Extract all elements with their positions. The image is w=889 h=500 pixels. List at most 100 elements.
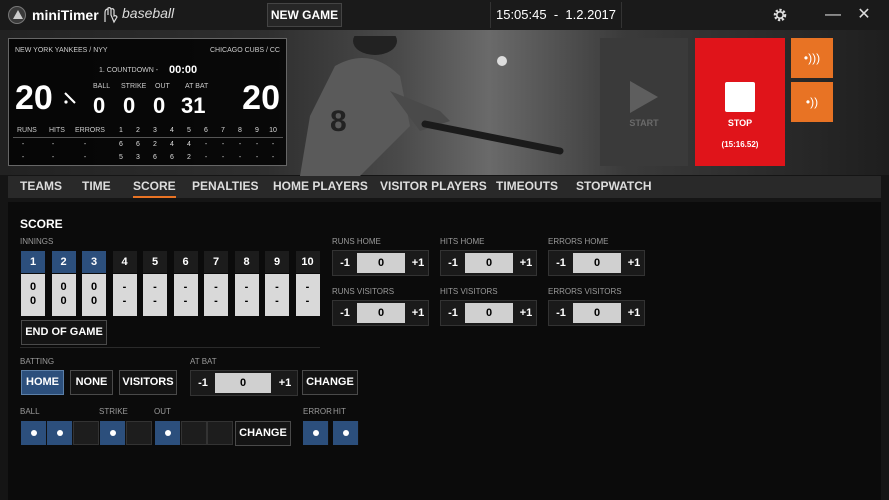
out-indicator[interactable] xyxy=(207,421,233,445)
tab-home-players[interactable]: HOME PLAYERS xyxy=(273,179,368,193)
strike-indicator[interactable] xyxy=(126,421,152,445)
hits-visitors-minus-button[interactable]: -1 xyxy=(442,301,464,325)
countdown-value: 00:00 xyxy=(169,64,198,76)
hits-home-label: HITS HOME xyxy=(440,237,485,246)
hits-visitors-plus-button[interactable]: +1 xyxy=(515,301,537,325)
end-of-game-button[interactable]: END OF GAME xyxy=(21,320,107,345)
tab-teams[interactable]: TEAMS xyxy=(20,179,62,193)
horn-long-button[interactable]: •))) xyxy=(791,38,833,78)
tab-time[interactable]: TIME xyxy=(82,179,111,193)
runs-visitors-minus-button[interactable]: -1 xyxy=(334,301,356,325)
at-bat-label: AT BAT xyxy=(190,357,217,366)
new-game-button[interactable]: NEW GAME xyxy=(267,3,342,27)
inning-4-score[interactable]: -- xyxy=(112,274,137,316)
tab-timeouts[interactable]: TIMEOUTS xyxy=(496,179,558,193)
close-icon[interactable]: ✕ xyxy=(851,0,877,30)
tab-score[interactable]: SCORE xyxy=(133,179,176,198)
errors-visitors-minus-button[interactable]: -1 xyxy=(550,301,572,325)
inning-6-score[interactable]: -- xyxy=(173,274,198,316)
tab-visitor-players[interactable]: VISITOR PLAYERS xyxy=(380,179,487,193)
inning-home-runs: - xyxy=(153,281,157,293)
svg-text:8: 8 xyxy=(330,105,347,138)
divider xyxy=(20,347,320,348)
inning-10-button[interactable]: 10 xyxy=(295,251,320,273)
at-bat-change-button[interactable]: CHANGE xyxy=(302,370,358,395)
runs-home-stepper: -1 0 +1 xyxy=(332,250,429,276)
inning-home-runs: - xyxy=(305,281,310,293)
runs-home-plus-button[interactable]: +1 xyxy=(407,251,429,275)
app-name: miniTimer xyxy=(32,7,99,23)
inning-3-button[interactable]: 3 xyxy=(82,251,106,273)
inning-3-score[interactable]: 00 xyxy=(82,274,106,316)
at-bat-stepper: -1 0 +1 xyxy=(190,370,298,396)
errors-home-plus-button[interactable]: +1 xyxy=(623,251,645,275)
inning-7-score[interactable]: -- xyxy=(204,274,228,316)
at-bat-plus-button[interactable]: +1 xyxy=(274,371,296,395)
horn-short-icon: •)) xyxy=(805,95,819,109)
inning-visitor-runs: - xyxy=(214,295,218,307)
inning-8-button[interactable]: 8 xyxy=(234,251,259,273)
inning-7-button[interactable]: 7 xyxy=(204,251,228,273)
inning-8-score[interactable]: -- xyxy=(234,274,259,316)
scoreboard-inning-number: 2 xyxy=(136,127,140,134)
batting-none-button[interactable]: NONE xyxy=(70,370,113,395)
batting-home-button[interactable]: HOME xyxy=(21,370,64,395)
horn-short-button[interactable]: •)) xyxy=(791,82,833,122)
inning-1-button[interactable]: 1 xyxy=(21,251,45,273)
start-button[interactable]: START xyxy=(600,38,688,166)
scoreboard-visitor-cell: 5 xyxy=(119,154,123,161)
errors-home-label: ERRORS HOME xyxy=(548,237,609,246)
minimize-icon[interactable]: — xyxy=(820,0,846,30)
errors-home-value[interactable]: 0 xyxy=(573,253,621,273)
runs-visitors-value[interactable]: 0 xyxy=(357,303,405,323)
tab-penalties[interactable]: PENALTIES xyxy=(192,179,258,193)
scoreboard-home-cell: - xyxy=(83,141,87,148)
count-change-button[interactable]: CHANGE xyxy=(235,421,291,446)
runs-home-value[interactable]: 0 xyxy=(357,253,405,273)
ball-indicator[interactable] xyxy=(73,421,99,445)
out-indicator[interactable] xyxy=(181,421,207,445)
inning-home-runs: - xyxy=(275,281,279,293)
inning-1-score[interactable]: 00 xyxy=(21,274,45,316)
inning-2-score[interactable]: 00 xyxy=(51,274,76,316)
inning-6-button[interactable]: 6 xyxy=(173,251,198,273)
inning-10-score[interactable]: -- xyxy=(295,274,320,316)
hit-indicator[interactable] xyxy=(333,421,359,445)
inning-4-button[interactable]: 4 xyxy=(112,251,137,273)
inning-9-score[interactable]: -- xyxy=(265,274,289,316)
section-title: SCORE xyxy=(20,217,63,231)
runs-home-minus-button[interactable]: -1 xyxy=(334,251,356,275)
start-label: START xyxy=(629,118,659,128)
hits-home-value[interactable]: 0 xyxy=(465,253,513,273)
batting-visitors-button[interactable]: VISITORS xyxy=(119,370,177,395)
runs-visitors-plus-button[interactable]: +1 xyxy=(407,301,429,325)
inning-9-button[interactable]: 9 xyxy=(265,251,289,273)
at-bat-value[interactable]: 0 xyxy=(215,373,271,393)
error-label: ERROR xyxy=(303,407,332,416)
inning-5-score[interactable]: -- xyxy=(143,274,167,316)
scoreboard-inning-number: 7 xyxy=(221,127,225,134)
tab-stopwatch[interactable]: STOPWATCH xyxy=(576,179,652,193)
inning-2-button[interactable]: 2 xyxy=(51,251,76,273)
ball-indicator[interactable] xyxy=(47,421,73,445)
error-indicator[interactable] xyxy=(303,421,329,445)
baseball-player-image: 8 xyxy=(300,36,564,176)
gear-icon[interactable] xyxy=(772,7,788,23)
errors-visitors-value[interactable]: 0 xyxy=(573,303,621,323)
hits-home-minus-button[interactable]: -1 xyxy=(442,251,464,275)
strike-indicator[interactable] xyxy=(100,421,126,445)
hits-visitors-value[interactable]: 0 xyxy=(465,303,513,323)
errors-visitors-plus-button[interactable]: +1 xyxy=(623,301,645,325)
stop-button[interactable]: STOP (15:16.52) xyxy=(695,38,785,166)
inning-5-button[interactable]: 5 xyxy=(143,251,167,273)
runs-label: RUNS xyxy=(17,127,37,134)
out-indicator[interactable] xyxy=(155,421,181,445)
hits-home-plus-button[interactable]: +1 xyxy=(515,251,537,275)
strike-label: STRIKE xyxy=(99,407,128,416)
scoreboard-home-cell: 6 xyxy=(136,141,140,148)
at-bat-minus-button[interactable]: -1 xyxy=(192,371,214,395)
errors-home-minus-button[interactable]: -1 xyxy=(550,251,572,275)
app-logo-icon xyxy=(8,6,26,24)
scoreboard-home-cell: - xyxy=(21,141,25,148)
ball-indicator[interactable] xyxy=(21,421,47,445)
